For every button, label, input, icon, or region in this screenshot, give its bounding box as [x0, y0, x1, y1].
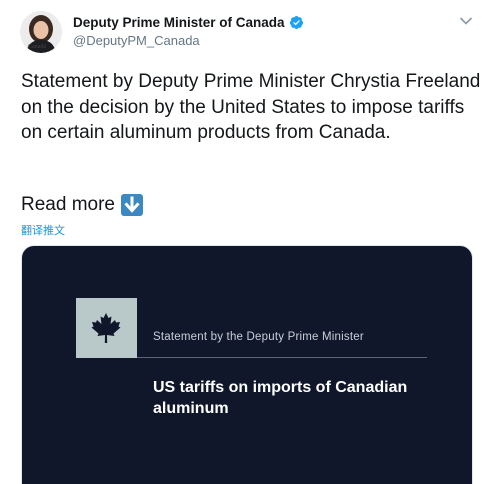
down-arrow-icon	[121, 194, 143, 216]
card-subtitle: Statement by the Deputy Prime Minister	[153, 331, 364, 343]
display-name[interactable]: Deputy Prime Minister of Canada	[73, 15, 285, 30]
handle[interactable]: @DeputyPM_Canada	[73, 33, 200, 48]
card-divider	[137, 357, 427, 358]
card-title: US tariffs on imports of Canadian alumin…	[153, 379, 408, 417]
read-more-label: Read more	[21, 194, 115, 215]
chevron-down-icon[interactable]	[459, 16, 473, 26]
tweet: Canadä Deputy Prime Minister of Canada @…	[0, 0, 494, 484]
maple-leaf-icon	[91, 313, 121, 343]
translate-link[interactable]: 翻译推文	[21, 222, 65, 238]
name-row: Deputy Prime Minister of Canada	[73, 15, 304, 30]
read-more: Read more	[21, 194, 143, 216]
avatar-caption: Canadä	[28, 44, 46, 50]
verified-badge-icon	[289, 15, 303, 30]
tweet-text: Statement by Deputy Prime Minister Chrys…	[21, 71, 481, 143]
link-card[interactable]: Statement by the Deputy Prime Minister U…	[21, 245, 473, 484]
flag-box	[76, 298, 137, 358]
